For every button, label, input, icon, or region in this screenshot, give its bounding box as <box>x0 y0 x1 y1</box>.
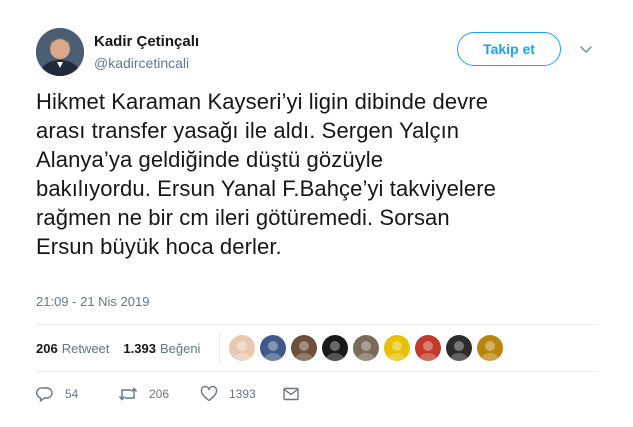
tweet-timestamp[interactable]: 21:09 - 21 Nis 2019 <box>36 294 149 309</box>
reply-icon <box>36 387 53 402</box>
retweet-count: 206 <box>149 387 170 401</box>
like-count: 1393 <box>229 387 256 401</box>
liker-avatar-1[interactable] <box>229 335 255 361</box>
tweet-line: Ersun büyük hoca derler. <box>36 234 282 259</box>
tweet-line: arası transfer yasağı ile aldı. Sergen Y… <box>36 118 460 143</box>
author-avatar-image <box>36 28 84 76</box>
liker-avatar-2[interactable] <box>260 335 286 361</box>
tweet-stats: 206 Retweet 1.393 Beğeni <box>36 341 214 356</box>
like-stat-count: 1.393 <box>123 341 156 356</box>
tweet-text: Hikmet Karaman Kayseri’yi ligin dibinde … <box>36 87 606 261</box>
tweet-line: bakılıyordu. Ersun Yanal F.Bahçe’yi takv… <box>36 176 497 201</box>
like-stat[interactable]: 1.393 Beğeni <box>123 341 200 356</box>
reply-count: 54 <box>65 387 79 401</box>
liker-avatar-8[interactable] <box>446 335 472 361</box>
direct-message-button[interactable] <box>282 385 300 403</box>
tweet-line: Alanya’ya geldiğinde düştü gözüyle <box>36 147 384 172</box>
liker-avatar-7[interactable] <box>415 335 441 361</box>
author-avatar[interactable] <box>36 28 84 76</box>
follow-button[interactable]: Takip et <box>457 32 561 66</box>
like-stat-label: Beğeni <box>159 341 201 356</box>
like-button[interactable]: 1393 <box>200 385 282 403</box>
heart-icon <box>200 385 218 402</box>
liker-avatar-5[interactable] <box>353 335 379 361</box>
retweet-stat-count: 206 <box>36 341 58 356</box>
liker-avatars <box>229 335 508 361</box>
reply-button[interactable]: 54 <box>36 385 118 403</box>
liker-avatar-3[interactable] <box>291 335 317 361</box>
retweet-stat[interactable]: 206 Retweet <box>36 341 109 356</box>
divider <box>36 324 598 325</box>
liker-avatar-9[interactable] <box>477 335 503 361</box>
author-handle[interactable]: @kadircetincali <box>94 55 189 71</box>
stats-separator <box>219 333 220 363</box>
liker-avatar-4[interactable] <box>322 335 348 361</box>
author-name[interactable]: Kadir Çetinçalı <box>94 33 199 50</box>
envelope-icon <box>283 387 299 401</box>
tweet-line: rağmen ne bir cm ileri götüremedi. Sorsa… <box>36 205 450 230</box>
liker-avatar-6[interactable] <box>384 335 410 361</box>
chevron-down-icon[interactable] <box>577 40 595 58</box>
retweet-stat-label: Retweet <box>61 341 110 356</box>
retweet-button[interactable]: 206 <box>118 385 200 403</box>
divider <box>36 371 598 372</box>
tweet-actions: 54 206 1393 <box>36 385 300 403</box>
tweet-line: Hikmet Karaman Kayseri’yi ligin dibinde … <box>36 89 489 114</box>
retweet-icon <box>118 387 138 401</box>
